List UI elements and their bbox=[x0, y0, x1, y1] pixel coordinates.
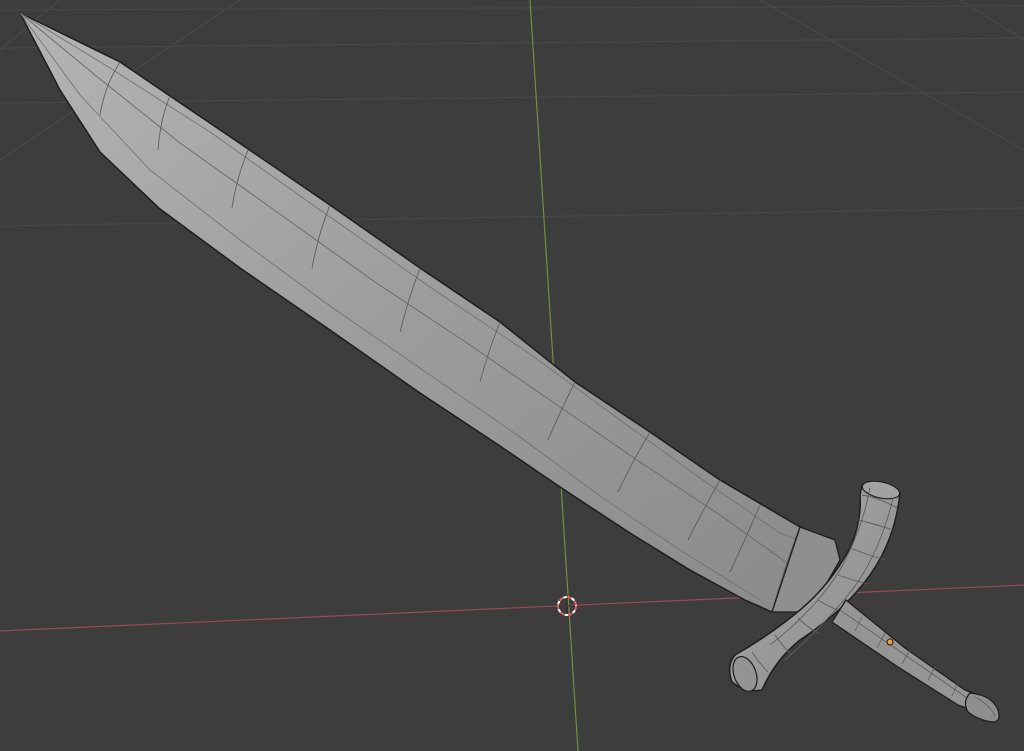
3d-cursor-icon[interactable] bbox=[557, 596, 577, 616]
object-origin-icon[interactable] bbox=[886, 638, 894, 646]
viewport-canvas[interactable] bbox=[0, 0, 1024, 751]
3d-viewport[interactable] bbox=[0, 0, 1024, 751]
